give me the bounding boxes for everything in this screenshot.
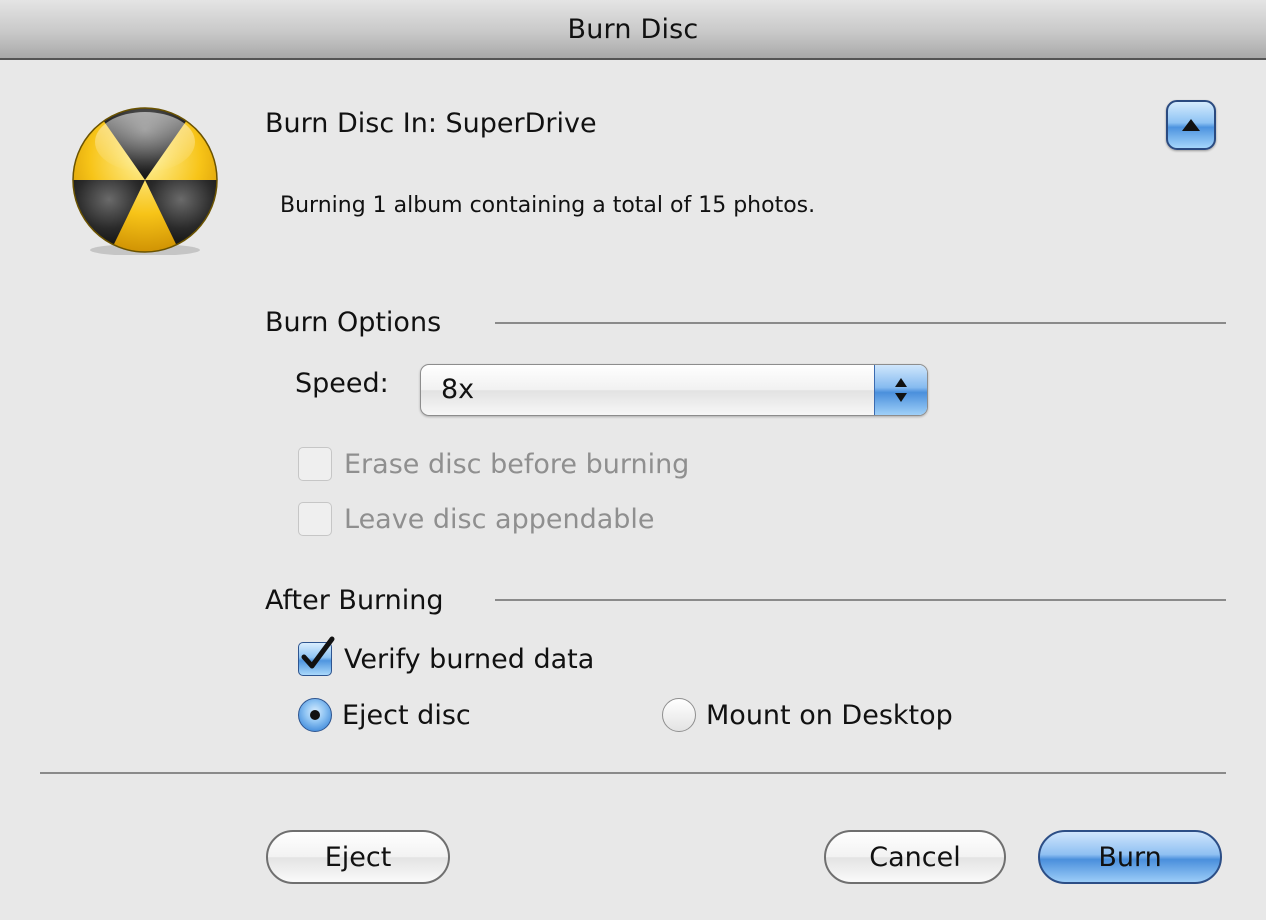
erase-disc-option[interactable]: Erase disc before burning [298, 447, 689, 481]
leave-appendable-label: Leave disc appendable [344, 503, 655, 535]
speed-value: 8x [441, 374, 475, 405]
mount-desktop-option[interactable]: Mount on Desktop [662, 698, 953, 732]
mount-desktop-label: Mount on Desktop [706, 699, 953, 731]
burn-radiation-icon [72, 107, 218, 255]
cancel-button[interactable]: Cancel [824, 830, 1006, 884]
burn-disc-in-heading: Burn Disc In: SuperDrive [265, 108, 597, 139]
leave-appendable-checkbox[interactable] [298, 502, 332, 536]
eject-disc-option[interactable]: Eject disc [298, 698, 471, 732]
eject-disc-radio[interactable] [298, 698, 332, 732]
erase-disc-label: Erase disc before burning [344, 448, 690, 480]
checkmark-icon [301, 636, 335, 669]
collapse-options-button[interactable] [1166, 100, 1216, 150]
after-burning-divider [495, 599, 1226, 601]
leave-appendable-option[interactable]: Leave disc appendable [298, 502, 655, 536]
verify-data-label: Verify burned data [344, 643, 595, 675]
speed-select[interactable]: 8x [420, 364, 928, 416]
speed-label: Speed: [295, 368, 389, 399]
burn-options-divider [495, 322, 1226, 324]
verify-data-checkbox[interactable] [298, 636, 335, 676]
mount-desktop-radio[interactable] [662, 698, 696, 732]
burn-button[interactable]: Burn [1038, 830, 1222, 884]
footer-divider [40, 772, 1226, 774]
erase-disc-checkbox[interactable] [298, 447, 332, 481]
verify-data-option[interactable]: Verify burned data [298, 636, 595, 676]
window-titlebar: Burn Disc [0, 0, 1266, 60]
after-burning-title: After Burning [265, 585, 444, 616]
eject-button[interactable]: Eject [266, 830, 450, 884]
window-title: Burn Disc [567, 13, 699, 45]
up-down-arrows-icon [874, 365, 927, 415]
eject-disc-label: Eject disc [342, 699, 471, 731]
burn-summary-text: Burning 1 album containing a total of 15… [280, 193, 816, 218]
burn-options-title: Burn Options [265, 307, 442, 338]
disclosure-up-triangle-icon [1182, 119, 1200, 131]
